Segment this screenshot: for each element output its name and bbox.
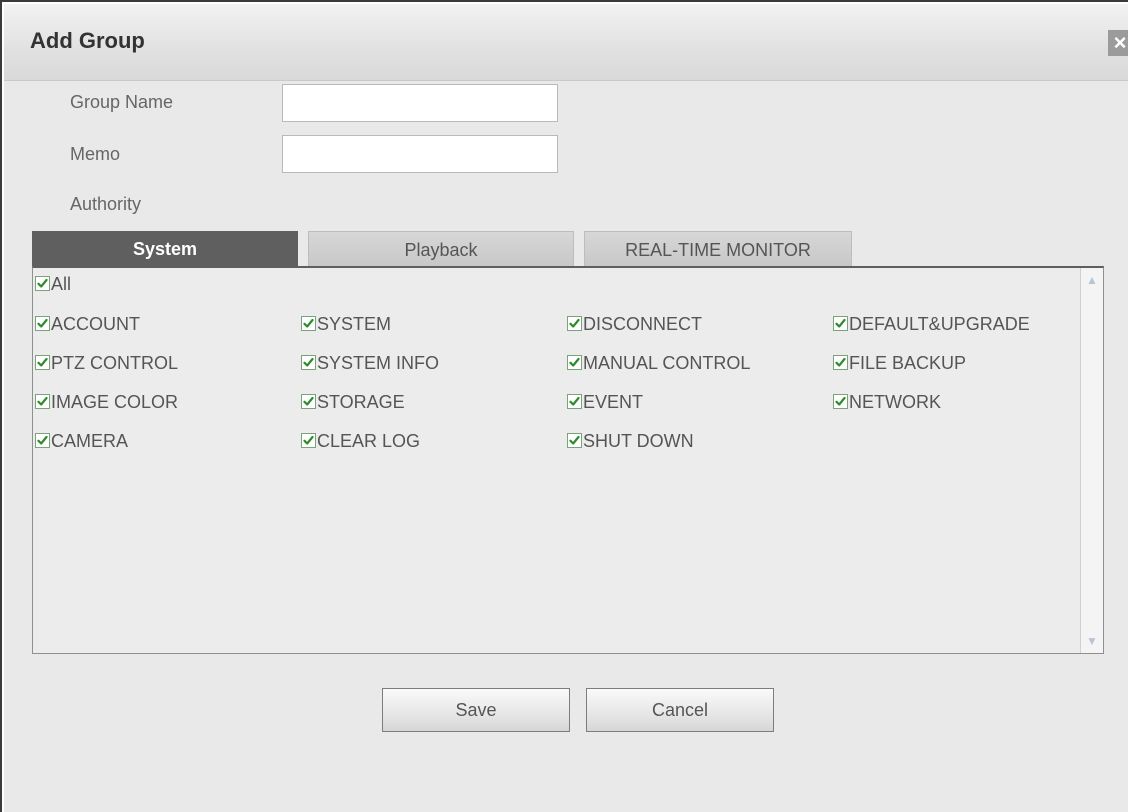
- checkbox-checked-icon[interactable]: [35, 315, 50, 331]
- checkbox-checked-icon[interactable]: [301, 393, 316, 409]
- checkbox-checked-icon[interactable]: [35, 432, 50, 448]
- save-button[interactable]: Save: [382, 688, 570, 732]
- authority-label: Authority: [70, 194, 142, 214]
- checkbox-file-backup[interactable]: FILE BACKUP: [833, 352, 966, 374]
- checkbox-checked-icon[interactable]: [567, 315, 582, 331]
- dialog-title-bar[interactable]: Add Group ×: [4, 4, 1128, 81]
- checkbox-checked-icon[interactable]: [35, 393, 50, 409]
- checkbox-all[interactable]: All: [35, 273, 71, 295]
- authority-panel: All ACCOUNT SYSTEM DISCONNECT DEFAULT&UPGRAD…: [32, 266, 1104, 654]
- checkbox-checked-icon[interactable]: [35, 354, 50, 370]
- checkbox-system-info[interactable]: SYSTEM INFO: [301, 352, 439, 374]
- checkbox-label: PTZ CONTROL: [51, 353, 179, 373]
- checkbox-system[interactable]: SYSTEM: [301, 313, 391, 335]
- cancel-button[interactable]: Cancel: [586, 688, 774, 732]
- memo-label: Memo: [70, 144, 121, 164]
- checkbox-default-upgrade[interactable]: DEFAULT&UPGRADE: [833, 313, 1030, 335]
- group-name-label: Group Name: [70, 92, 174, 112]
- checkbox-label: EVENT: [583, 392, 644, 412]
- scroll-up-icon[interactable]: ▲: [1084, 272, 1100, 288]
- tab-real-time-monitor[interactable]: REAL-TIME MONITOR: [584, 231, 852, 267]
- checkbox-label: MANUAL CONTROL: [583, 353, 751, 373]
- checkbox-checked-icon[interactable]: [35, 275, 50, 291]
- checkbox-checked-icon[interactable]: [301, 432, 316, 448]
- tab-playback[interactable]: Playback: [308, 231, 574, 267]
- checkbox-disconnect[interactable]: DISCONNECT: [567, 313, 702, 335]
- checkbox-clear-log[interactable]: CLEAR LOG: [301, 430, 420, 452]
- checkbox-label: DEFAULT&UPGRADE: [849, 314, 1030, 334]
- checkbox-checked-icon[interactable]: [567, 432, 582, 448]
- checkbox-manual-control[interactable]: MANUAL CONTROL: [567, 352, 750, 374]
- scroll-down-icon[interactable]: ▼: [1084, 633, 1100, 649]
- checkbox-label: SYSTEM: [317, 314, 392, 334]
- checkbox-checked-icon[interactable]: [301, 315, 316, 331]
- checkbox-account[interactable]: ACCOUNT: [35, 313, 140, 335]
- dialog-body: Group Name Memo Authority System Playbac…: [4, 81, 1128, 812]
- checkbox-shut-down[interactable]: SHUT DOWN: [567, 430, 694, 452]
- checkbox-ptz-control[interactable]: PTZ CONTROL: [35, 352, 178, 374]
- checkbox-label: SYSTEM INFO: [317, 353, 440, 373]
- checkbox-checked-icon[interactable]: [567, 354, 582, 370]
- checkbox-network[interactable]: NETWORK: [833, 391, 941, 413]
- checkbox-label: NETWORK: [849, 392, 941, 412]
- checkbox-checked-icon[interactable]: [833, 393, 848, 409]
- checkbox-checked-icon[interactable]: [833, 354, 848, 370]
- checkbox-label: DISCONNECT: [583, 314, 703, 334]
- checkbox-checked-icon[interactable]: [567, 393, 582, 409]
- add-group-dialog: Add Group × Group Name Memo Authority Sy…: [0, 0, 1128, 812]
- checkbox-checked-icon[interactable]: [301, 354, 316, 370]
- checkbox-label: CAMERA: [51, 431, 129, 451]
- checkbox-label: ACCOUNT: [51, 314, 140, 334]
- checkbox-label: SHUT DOWN: [583, 431, 694, 451]
- checkbox-event[interactable]: EVENT: [567, 391, 643, 413]
- checkbox-label: CLEAR LOG: [317, 431, 421, 451]
- dialog-title: Add Group: [30, 28, 145, 53]
- checkbox-label: All: [51, 274, 72, 294]
- memo-input[interactable]: [282, 135, 558, 173]
- checkbox-image-color[interactable]: IMAGE COLOR: [35, 391, 178, 413]
- close-icon[interactable]: ×: [1108, 30, 1128, 56]
- checkbox-label: STORAGE: [317, 392, 405, 412]
- checkbox-checked-icon[interactable]: [833, 315, 848, 331]
- checkbox-camera[interactable]: CAMERA: [35, 430, 128, 452]
- checkbox-label: FILE BACKUP: [849, 353, 967, 373]
- checkbox-label: IMAGE COLOR: [51, 392, 179, 412]
- group-name-input[interactable]: [282, 84, 558, 122]
- tab-system[interactable]: System: [32, 231, 298, 267]
- checkbox-storage[interactable]: STORAGE: [301, 391, 405, 413]
- panel-scrollbar[interactable]: ▲ ▼: [1080, 268, 1103, 653]
